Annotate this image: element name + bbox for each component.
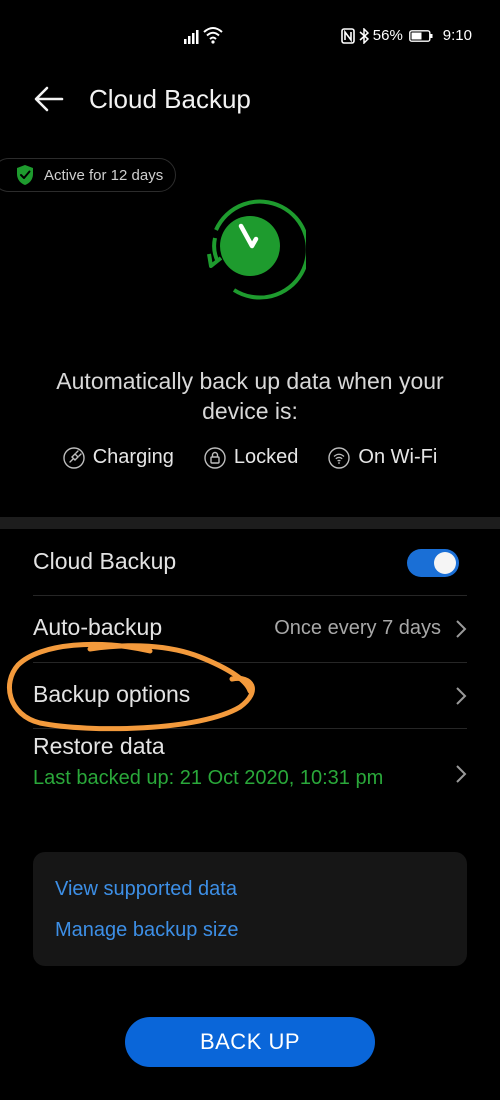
condition-label: Charging <box>92 446 174 468</box>
backup-conditions: Charging Locked On Wi-Fi <box>0 446 500 469</box>
cloud-backup-toggle[interactable] <box>407 549 459 577</box>
manage-backup-size-link[interactable]: Manage backup size <box>55 919 238 942</box>
battery-icon <box>408 29 433 42</box>
condition-wifi: On Wi-Fi <box>328 446 437 469</box>
last-backup-text: Last backed up: 21 Oct 2020, 10:31 pm <box>33 767 384 789</box>
page-title: Cloud Backup <box>89 84 251 114</box>
backup-options-row[interactable]: Backup options <box>33 681 467 713</box>
charging-icon <box>63 446 85 469</box>
section-divider <box>0 517 500 529</box>
cloud-backup-row: Cloud Backup <box>33 548 467 580</box>
cloud-backup-screen: 56% 9:10 Cloud Backup Active for 12 days <box>0 0 500 1100</box>
header: Cloud Backup <box>0 72 500 128</box>
status-bar: 56% 9:10 <box>0 22 500 52</box>
restore-data-label: Restore data <box>33 733 165 759</box>
divider <box>33 595 467 596</box>
shield-check-icon <box>17 165 33 185</box>
chevron-right-icon <box>456 687 467 705</box>
active-status-text: Active for 12 days <box>44 166 164 184</box>
back-arrow-icon[interactable] <box>32 84 66 114</box>
wifi-icon <box>328 446 351 469</box>
signal-icon <box>184 30 199 44</box>
active-status-badge: Active for 12 days <box>0 158 177 192</box>
condition-charging: Charging <box>63 446 174 469</box>
wifi-icon <box>203 27 223 44</box>
divider <box>33 662 467 663</box>
condition-locked: Locked <box>204 446 299 469</box>
chevron-right-icon <box>456 765 467 783</box>
auto-backup-label: Auto-backup <box>33 614 163 640</box>
view-supported-data-link[interactable]: View supported data <box>55 878 237 901</box>
lock-icon <box>204 446 226 469</box>
status-right: 56% 9:10 <box>340 27 472 44</box>
nfc-icon <box>340 27 355 44</box>
toggle-knob <box>434 552 456 574</box>
divider <box>33 728 467 729</box>
cloud-backup-label: Cloud Backup <box>33 548 177 574</box>
backup-clock-icon <box>207 199 306 300</box>
condition-label: On Wi-Fi <box>358 446 438 468</box>
auto-backup-row[interactable]: Auto-backup Once every 7 days <box>33 614 467 646</box>
backup-description: Automatically back up data when your dev… <box>56 368 444 424</box>
back-up-button[interactable]: BACK UP <box>125 1017 375 1067</box>
backup-links-card: View supported data Manage backup size <box>33 852 467 966</box>
auto-backup-value: Once every 7 days <box>274 617 441 639</box>
bluetooth-icon <box>359 27 369 44</box>
condition-label: Locked <box>233 446 299 468</box>
backup-options-label: Backup options <box>33 681 191 707</box>
restore-data-row[interactable]: Restore data Last backed up: 21 Oct 2020… <box>33 733 467 819</box>
chevron-right-icon <box>456 620 467 638</box>
battery-percent: 56% <box>372 27 403 44</box>
status-time: 9:10 <box>442 27 472 44</box>
